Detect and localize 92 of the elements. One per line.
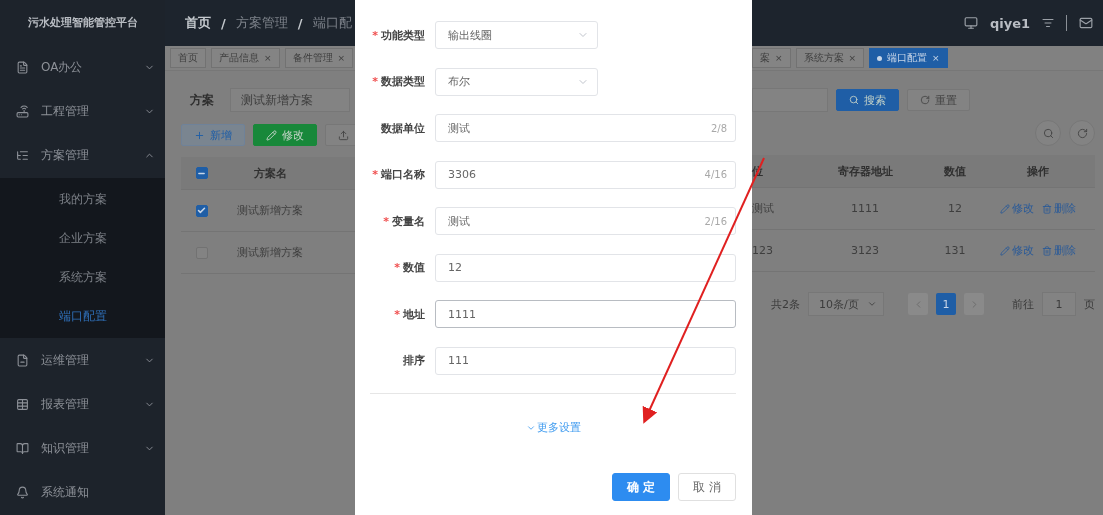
chevron-down-icon xyxy=(867,299,877,309)
close-icon[interactable]: × xyxy=(775,53,783,63)
menu-item[interactable]: OA办公 xyxy=(0,45,165,90)
menu-item[interactable]: 系统通知 xyxy=(0,470,165,515)
table-cell-text: 131 xyxy=(943,244,967,257)
table-cell-text: 1111 xyxy=(850,202,880,215)
field-label: * 地址 xyxy=(393,306,425,322)
field-label: * 变量名 xyxy=(382,213,425,229)
column-header: 寄存器地址 xyxy=(836,163,894,179)
list-icon xyxy=(16,149,29,163)
breadcrumb-separator: / xyxy=(221,15,226,31)
field-label: 排序 xyxy=(402,353,425,368)
app-title: 污水处理智能管控平台 xyxy=(26,15,139,32)
router-icon xyxy=(16,105,29,119)
page-tab[interactable]: 案 × xyxy=(752,48,791,68)
pencil-icon xyxy=(999,245,1010,256)
breadcrumb-item[interactable]: 端口配 xyxy=(312,14,352,32)
column-header: 操作 xyxy=(1025,163,1050,179)
breadcrumb-item[interactable]: 首页 xyxy=(185,14,211,32)
menu-item[interactable]: 报表管理 xyxy=(0,382,165,427)
select-field[interactable]: 输出线圈 xyxy=(435,21,598,49)
bell-icon xyxy=(16,486,29,500)
user-name[interactable]: qiye1 xyxy=(989,15,1030,31)
mail-icon[interactable] xyxy=(1079,16,1093,30)
menu-item[interactable]: 知识管理 xyxy=(0,426,165,471)
pencil-icon xyxy=(999,203,1010,214)
search-icon xyxy=(1042,127,1054,139)
cancel-button[interactable]: 取 消 xyxy=(678,473,736,501)
field-label: * 数值 xyxy=(393,260,425,275)
input-field[interactable]: 测试 2/16 xyxy=(435,207,736,235)
menu-item[interactable]: 工程管理 xyxy=(0,89,165,134)
field-label: * 功能类型 xyxy=(371,27,425,43)
monitor-icon[interactable] xyxy=(963,16,978,30)
field-label: * 端口名称 xyxy=(371,167,425,182)
plus-icon xyxy=(194,129,205,141)
field-label: 数据单位 xyxy=(380,120,425,136)
search-icon xyxy=(849,95,859,105)
select-field[interactable]: 布尔 xyxy=(435,67,598,96)
confirm-button[interactable]: 确 定 xyxy=(612,473,670,501)
table-cell-text: 3123 xyxy=(850,244,880,257)
submenu-item[interactable]: 企业方案 xyxy=(0,219,165,258)
page-suffix: 页 xyxy=(1084,296,1095,312)
document-icon xyxy=(16,60,29,74)
checkbox[interactable] xyxy=(195,167,208,179)
checkbox[interactable] xyxy=(195,204,208,217)
refresh-icon xyxy=(1076,127,1088,139)
edit-button[interactable]: 修改 xyxy=(253,124,317,146)
table-icon xyxy=(16,397,29,411)
field-label: * 数据类型 xyxy=(371,74,425,89)
input-field[interactable]: 测试 2/8 xyxy=(435,114,736,142)
search-label: 方案 xyxy=(190,91,214,109)
input-field[interactable]: 1111 xyxy=(435,300,736,328)
total-count: 共2条 xyxy=(771,296,800,312)
check-icon xyxy=(197,206,206,215)
search-field[interactable]: 测试新增方案 xyxy=(230,88,350,112)
refresh-icon xyxy=(920,95,930,105)
submenu-item[interactable]: 我的方案 xyxy=(0,180,165,219)
column-header: 方案名 xyxy=(252,165,288,181)
trash-icon xyxy=(1041,245,1052,256)
page-tab[interactable]: 端口配置 × xyxy=(869,48,948,68)
page-size-select[interactable]: 10条/页 xyxy=(808,292,884,316)
input-field[interactable]: 111 xyxy=(435,346,736,375)
trash-icon xyxy=(1041,203,1052,214)
input-field[interactable]: 3306 4/16 xyxy=(435,160,736,189)
close-icon[interactable]: × xyxy=(932,53,940,63)
table-cell-text: 123 xyxy=(752,244,774,257)
menu-item[interactable]: 方案管理 xyxy=(0,133,165,178)
page-button[interactable]: 1 xyxy=(936,293,956,315)
breadcrumb-separator: / xyxy=(297,15,303,31)
close-icon[interactable]: × xyxy=(264,53,272,63)
pencil-icon xyxy=(266,129,277,141)
goto-label: 前往 xyxy=(1012,296,1034,312)
submenu-item[interactable]: 端口配置 xyxy=(0,297,165,336)
book-icon xyxy=(16,442,29,456)
close-icon[interactable]: × xyxy=(848,53,857,63)
submenu-item[interactable]: 系统方案 xyxy=(0,258,165,297)
more-settings-link[interactable]: 更多设置 xyxy=(525,420,581,435)
document-icon xyxy=(16,353,29,367)
page-tab[interactable]: 首页 xyxy=(170,48,206,68)
menu-item[interactable]: 运维管理 xyxy=(0,338,165,383)
active-dot-icon xyxy=(877,55,883,61)
upload-icon xyxy=(338,129,349,141)
dropdown-icon[interactable] xyxy=(1042,17,1054,29)
search-button[interactable]: 搜索 xyxy=(836,89,899,111)
breadcrumb-item[interactable]: 方案管理 xyxy=(235,14,288,32)
input-field[interactable] xyxy=(752,88,828,112)
column-header: 数值 xyxy=(943,163,967,179)
close-icon[interactable]: × xyxy=(337,53,346,63)
input-field[interactable]: 12 xyxy=(435,253,736,282)
table-cell-text: 12 xyxy=(947,202,963,215)
page-input[interactable]: 1 xyxy=(1042,292,1076,316)
page-tab[interactable]: 备件管理 × xyxy=(284,48,354,68)
